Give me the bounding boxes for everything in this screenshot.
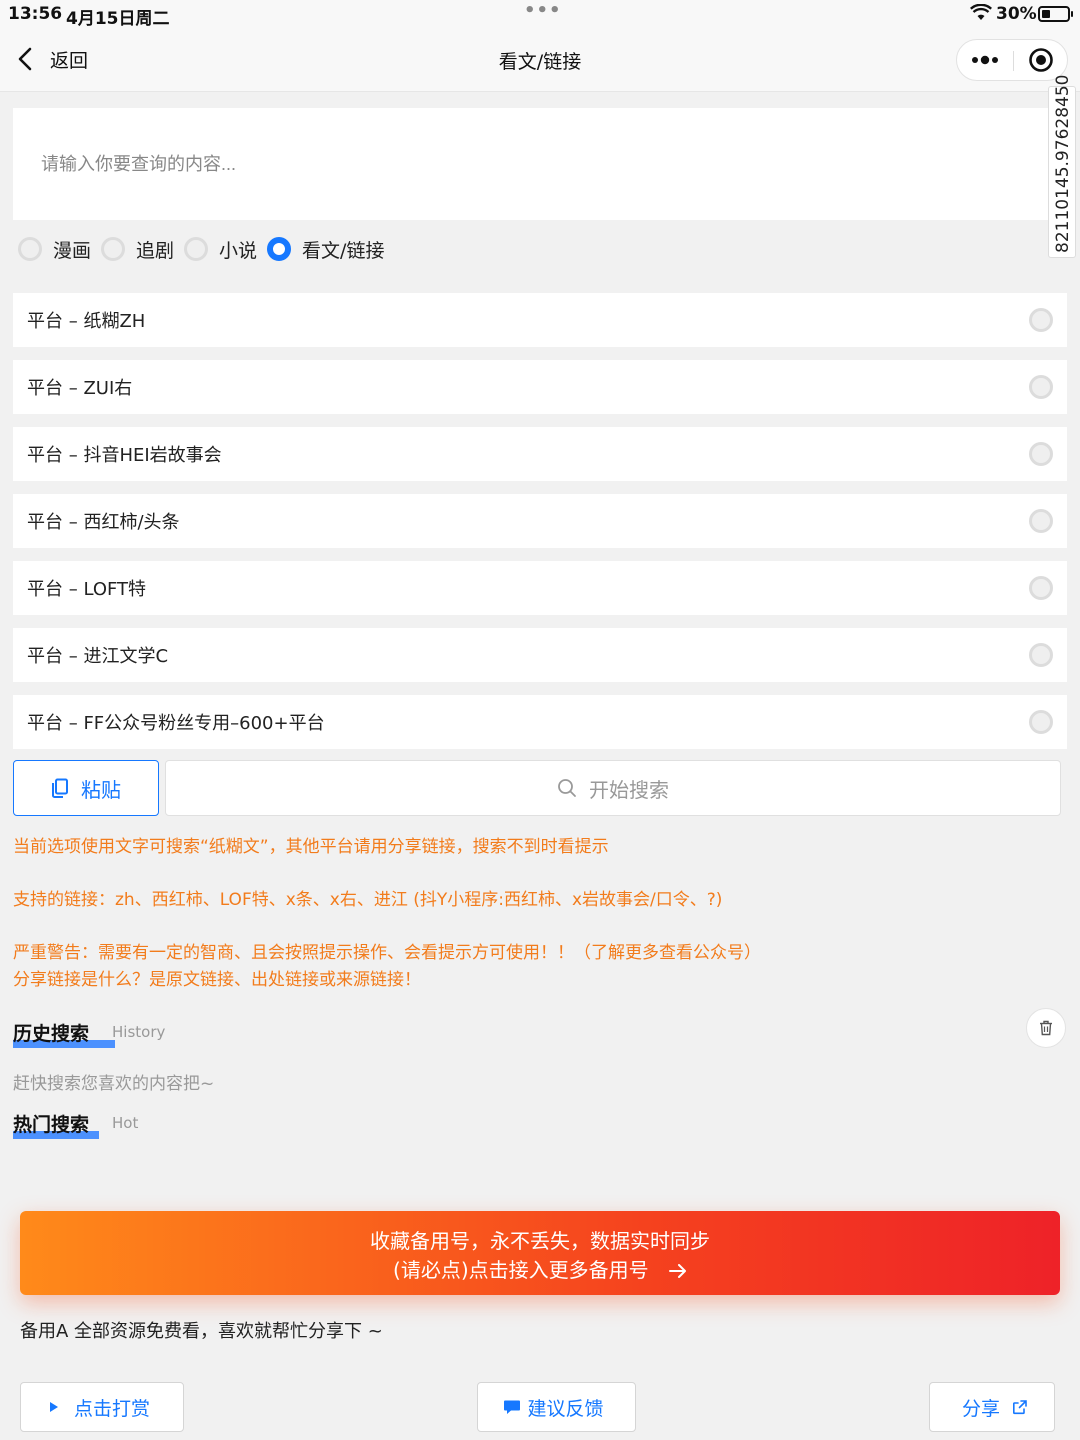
hot-title-text: 热门搜索	[13, 1114, 90, 1136]
clear-history-button[interactable]	[1026, 1008, 1066, 1048]
wifi-icon	[969, 3, 993, 27]
type-option-label: 看文/链接	[302, 239, 385, 262]
content-type-selector: 漫画 追剧 小说 看文/链接	[18, 234, 394, 264]
start-search-button[interactable]: 开始搜索	[165, 760, 1061, 816]
type-option-manga[interactable]: 漫画	[18, 236, 91, 263]
platform-item[interactable]: 平台 – LOFT特	[13, 561, 1067, 615]
radio-icon	[1029, 442, 1053, 466]
status-bar: 13:56 4月15日周二 ••• 30%	[0, 0, 1080, 29]
more-menu-button[interactable]	[957, 40, 1013, 80]
platform-list: 平台 – 纸糊ZH 平台 – ZUI右 平台 – 抖音HEI岩故事会 平台 – …	[13, 293, 1067, 762]
radio-icon	[184, 237, 209, 261]
search-input[interactable]	[13, 108, 1067, 220]
warning-line: 严重警告：需要有一定的智商、且会按照提示操作、会看提示方可使用！！（了解更多查看…	[13, 943, 761, 963]
radio-icon	[1029, 576, 1053, 600]
type-option-article-link[interactable]: 看文/链接	[267, 236, 384, 263]
radio-icon	[1029, 710, 1053, 734]
share-label: 分享	[961, 1397, 1000, 1420]
battery-icon	[1038, 6, 1073, 22]
battery-percent: 30%	[996, 4, 1037, 24]
play-triangle-icon	[49, 1402, 58, 1412]
watermark-text: 82110145.97628450	[1053, 74, 1073, 253]
radio-icon	[1029, 643, 1053, 667]
status-date: 4月15日周二	[66, 9, 170, 29]
nav-bar: 返回 看文/链接	[0, 28, 1080, 92]
feedback-label: 建议反馈	[527, 1397, 604, 1420]
notice-line: 支持的链接：zh、西红柿、LOF特、x条、x右、进江 (抖Y小程序:西红柿、x岩…	[13, 890, 723, 910]
radio-selected-icon	[267, 237, 292, 261]
platform-label: 平台 – 西红柿/头条	[27, 512, 180, 533]
notice-line: 当前选项使用文字可搜索“纸糊文”，其他平台请用分享链接，搜索不到时看提示	[13, 837, 609, 857]
start-search-label: 开始搜索	[589, 777, 669, 802]
platform-label: 平台 – 进江文学C	[27, 646, 169, 667]
status-time: 13:56	[8, 4, 63, 24]
history-title-text: 历史搜索	[13, 1023, 90, 1045]
platform-label: 平台 – 抖音HEI岩故事会	[27, 445, 222, 466]
banner-line-2: (请必点)点击接入更多备用号	[20, 1254, 1060, 1283]
mini-program-capsule	[956, 39, 1068, 81]
multitask-dots-icon[interactable]: •••	[524, 0, 562, 21]
external-link-icon	[1013, 1400, 1027, 1415]
platform-item[interactable]: 平台 – 进江文学C	[13, 628, 1067, 682]
arrow-right-icon	[668, 1264, 686, 1278]
platform-item[interactable]: 平台 – 纸糊ZH	[13, 293, 1067, 347]
copy-icon	[52, 778, 68, 798]
banner-line-1: 收藏备用号，永不丢失，数据实时同步	[370, 1229, 710, 1253]
share-note: 备用A 全部资源免费看，喜欢就帮忙分享下 ~	[20, 1321, 383, 1342]
radio-icon	[1029, 375, 1053, 399]
chat-bubble-icon	[504, 1400, 521, 1414]
type-option-drama[interactable]: 追剧	[101, 236, 174, 263]
hot-title: 热门搜索	[13, 1110, 99, 1139]
type-option-label: 追剧	[136, 239, 175, 262]
platform-label: 平台 – ZUI右	[27, 378, 133, 399]
radio-icon	[1029, 308, 1053, 332]
reward-button[interactable]: 点击打赏	[20, 1382, 184, 1432]
platform-item[interactable]: 平台 – 西红柿/头条	[13, 494, 1067, 548]
platform-label: 平台 – LOFT特	[27, 579, 147, 600]
type-option-novel[interactable]: 小说	[184, 236, 257, 263]
feedback-button[interactable]: 建议反馈	[477, 1382, 636, 1432]
page-title: 看文/链接	[498, 51, 582, 73]
type-option-label: 漫画	[53, 239, 92, 262]
platform-label: 平台 – 纸糊ZH	[27, 311, 146, 332]
platform-item[interactable]: 平台 – ZUI右	[13, 360, 1067, 414]
paste-label: 粘贴	[81, 777, 121, 802]
notice-line: 分享链接是什么？是原文链接、出处链接或来源链接！	[13, 970, 421, 990]
target-circle-icon	[1029, 48, 1053, 72]
history-subtitle: History	[112, 1023, 166, 1041]
platform-label: 平台 – FF公众号粉丝专用–600+平台	[27, 713, 325, 734]
search-box	[13, 108, 1067, 220]
platform-item[interactable]: 平台 – 抖音HEI岩故事会	[13, 427, 1067, 481]
trash-icon	[1040, 1020, 1052, 1036]
hot-subtitle: Hot	[112, 1114, 139, 1132]
paste-button[interactable]: 粘贴	[13, 760, 159, 816]
history-empty-hint: 赶快搜索您喜欢的内容把~	[13, 1074, 215, 1094]
radio-icon	[18, 237, 42, 261]
watermark-id: 82110145.97628450	[1048, 75, 1076, 258]
type-option-label: 小说	[219, 239, 258, 262]
radio-icon	[101, 237, 126, 261]
search-icon	[558, 779, 576, 797]
reward-label: 点击打赏	[73, 1397, 150, 1420]
action-row: 粘贴 开始搜索	[13, 760, 1061, 816]
platform-item[interactable]: 平台 – FF公众号粉丝专用–600+平台	[13, 695, 1067, 749]
share-button[interactable]: 分享	[929, 1382, 1055, 1432]
more-dots-icon	[972, 55, 998, 65]
banner-line-2-text: (请必点)点击接入更多备用号	[393, 1258, 649, 1282]
backup-account-banner[interactable]: 收藏备用号，永不丢失，数据实时同步 (请必点)点击接入更多备用号	[20, 1211, 1060, 1295]
history-title: 历史搜索	[13, 1019, 115, 1048]
radio-icon	[1029, 509, 1053, 533]
